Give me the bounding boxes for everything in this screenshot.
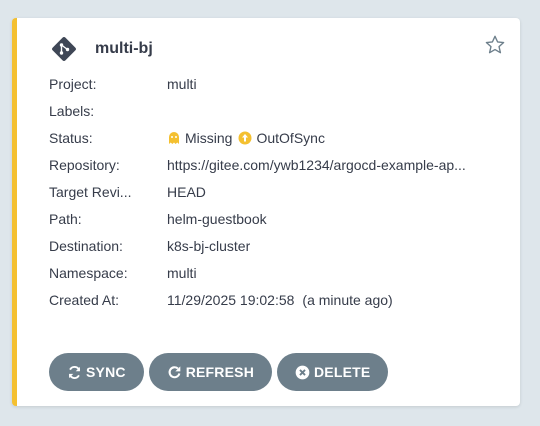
field-value: HEAD	[167, 184, 489, 200]
delete-button[interactable]: DELETE	[277, 353, 389, 391]
target-revision-value: HEAD	[167, 183, 206, 200]
git-branch-icon	[51, 36, 77, 62]
field-destination: Destination: k8s-bj-cluster	[49, 232, 509, 259]
namespace-value: multi	[167, 264, 197, 281]
application-details: Project: multi Labels: Status: Missing O…	[49, 70, 509, 313]
field-label: Labels:	[49, 102, 95, 119]
field-value: 11/29/2025 19:02:58 (a minute ago)	[167, 292, 489, 308]
ghost-icon	[167, 131, 181, 145]
field-project: Project: multi	[49, 70, 509, 97]
refresh-icon	[168, 365, 181, 378]
application-name[interactable]: multi-bj	[95, 40, 153, 58]
field-value: Missing OutOfSync	[167, 130, 489, 146]
sync-icon	[68, 365, 81, 379]
field-target-revision: Target Revi... HEAD	[49, 178, 509, 205]
sync-button[interactable]: SYNC	[49, 353, 144, 391]
field-label: Project:	[49, 75, 97, 92]
card-header: multi-bj	[51, 36, 153, 62]
project-value: multi	[167, 75, 197, 92]
field-repository: Repository: https://gitee.com/ywb1234/ar…	[49, 151, 509, 178]
refresh-button-label: REFRESH	[185, 364, 254, 380]
field-status: Status: Missing OutOfSync	[49, 124, 509, 151]
field-label: Created At:	[49, 291, 120, 308]
field-namespace: Namespace: multi	[49, 259, 509, 286]
delete-button-label: DELETE	[314, 364, 371, 380]
field-label: Status:	[49, 129, 93, 146]
star-icon[interactable]	[484, 34, 506, 56]
sync-status: OutOfSync	[256, 129, 325, 146]
field-value: multi	[167, 265, 489, 281]
card-actions: SYNC REFRESH DELETE	[49, 353, 393, 391]
health-status: Missing	[185, 129, 233, 146]
destination-value: k8s-bj-cluster	[167, 237, 251, 254]
field-label: Target Revi...	[49, 183, 132, 200]
field-label: Namespace:	[49, 264, 128, 281]
arrow-up-circle-icon	[238, 131, 252, 145]
field-label: Path:	[49, 210, 82, 227]
refresh-button[interactable]: REFRESH	[148, 353, 272, 391]
created-at-relative: (a minute ago)	[302, 291, 393, 308]
field-labels: Labels:	[49, 97, 509, 124]
path-value: helm-guestbook	[167, 210, 267, 227]
application-card[interactable]: multi-bj Project: multi Labels: Status:	[12, 18, 520, 406]
field-label: Destination:	[49, 237, 123, 254]
times-circle-icon	[295, 365, 310, 379]
field-created-at: Created At: 11/29/2025 19:02:58 (a minut…	[49, 286, 509, 313]
created-at-value: 11/29/2025 19:02:58	[167, 291, 295, 308]
field-label: Repository:	[49, 156, 120, 173]
field-path: Path: helm-guestbook	[49, 205, 509, 232]
repository-value[interactable]: https://gitee.com/ywb1234/argocd-example…	[167, 157, 466, 173]
field-value: multi	[167, 76, 489, 92]
field-value: k8s-bj-cluster	[167, 238, 489, 254]
sync-button-label: SYNC	[86, 364, 126, 380]
field-value: https://gitee.com/ywb1234/argocd-example…	[167, 157, 489, 173]
field-value: helm-guestbook	[167, 211, 489, 227]
